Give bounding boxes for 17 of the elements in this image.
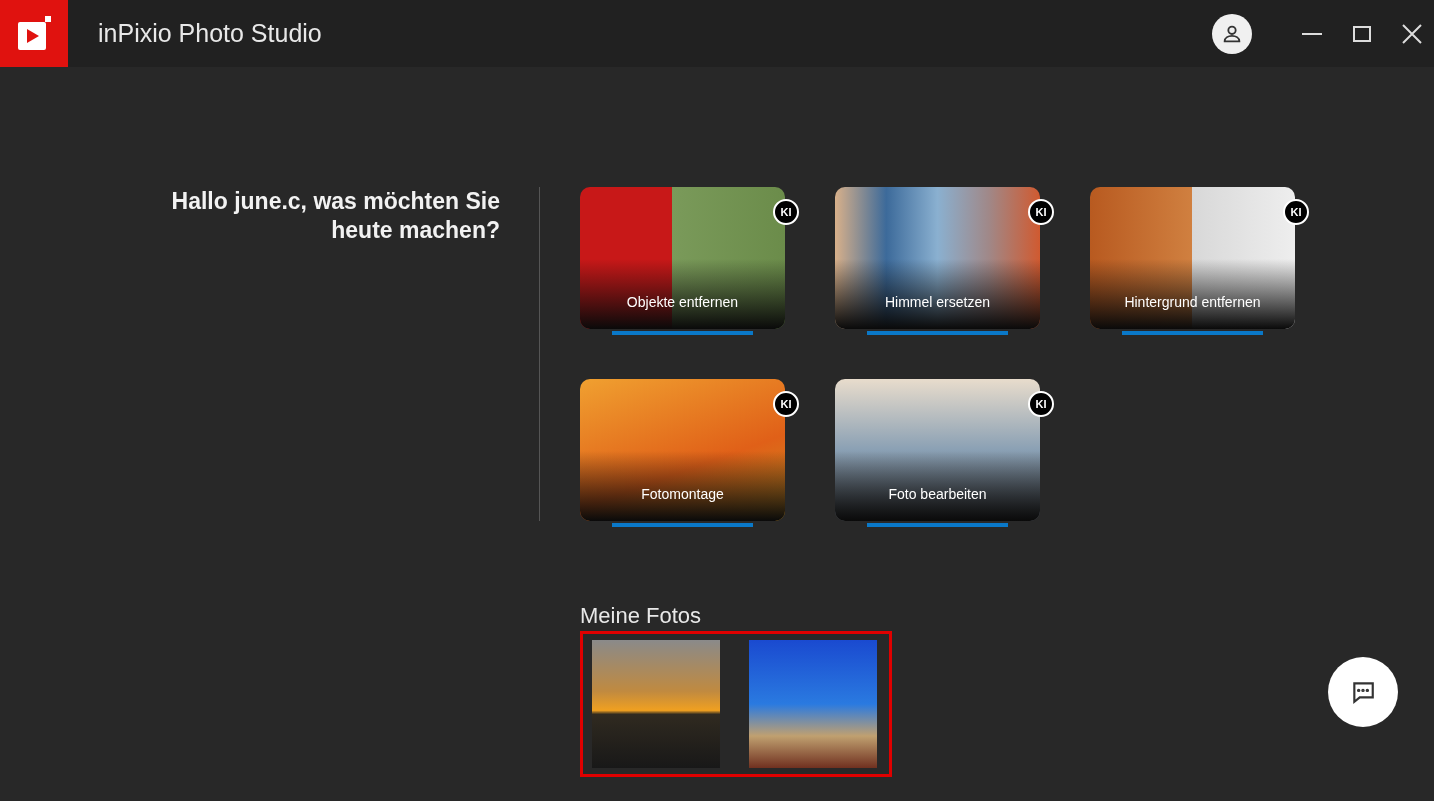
ai-badge: KI xyxy=(1028,199,1054,225)
chat-icon xyxy=(1350,679,1376,705)
ai-badge: KI xyxy=(773,391,799,417)
close-icon xyxy=(1401,22,1423,45)
close-button[interactable] xyxy=(1400,21,1424,46)
photo-placeholder[interactable] xyxy=(592,640,720,768)
photo-placeholder[interactable] xyxy=(749,640,877,768)
app-logo xyxy=(0,0,68,67)
ai-badge: KI xyxy=(1028,391,1054,417)
account-button[interactable] xyxy=(1212,13,1252,54)
ai-badge: KI xyxy=(773,199,799,225)
greeting-text: Hallo june.c, was möchten Sie heute machen? xyxy=(170,187,500,245)
section-heading: Meine Fotos xyxy=(580,603,703,629)
minimize-icon xyxy=(1301,32,1323,35)
ai-badge: KI xyxy=(1283,199,1309,225)
window-title: inPixio Photo Studio xyxy=(98,17,322,49)
maximize-icon xyxy=(1352,23,1372,44)
